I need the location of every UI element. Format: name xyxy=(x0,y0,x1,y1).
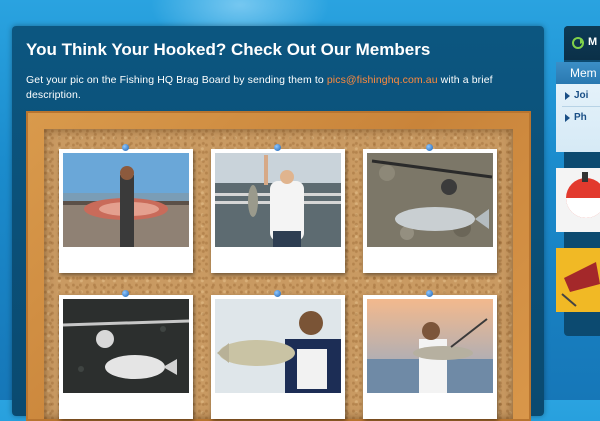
pushpin-icon xyxy=(122,144,129,151)
sidebar-link-photos[interactable]: Ph xyxy=(565,112,587,123)
photo-card-2[interactable] xyxy=(211,144,345,273)
sidebar-tab[interactable]: M xyxy=(564,26,600,60)
cork-board-frame xyxy=(26,111,531,421)
photo-card-1[interactable] xyxy=(59,144,193,273)
members-box-title: Mem xyxy=(570,66,597,80)
pushpin-icon xyxy=(122,290,129,297)
lure-ad-image[interactable] xyxy=(556,248,600,312)
brag-board-panel: You Think Your Hooked? Check Out Our Mem… xyxy=(12,26,544,421)
sidebar-link-label: Joi xyxy=(574,90,589,101)
members-box: Mem Joi Ph xyxy=(556,62,600,152)
chevron-right-icon xyxy=(565,114,570,122)
members-box-header: Mem xyxy=(556,62,600,84)
photo-5 xyxy=(215,299,341,393)
email-link[interactable]: pics@fishinghq.com.au xyxy=(327,74,438,86)
photo-6 xyxy=(367,299,493,393)
photo-4 xyxy=(63,299,189,393)
cork-board xyxy=(44,129,513,419)
photo-2 xyxy=(215,153,341,247)
pushpin-icon xyxy=(274,290,281,297)
photo-3 xyxy=(367,153,493,247)
sidebar-link-join[interactable]: Joi xyxy=(565,90,589,101)
photo-1 xyxy=(63,153,189,247)
divider xyxy=(562,106,600,107)
chevron-right-icon xyxy=(565,92,570,100)
photo-card-3[interactable] xyxy=(363,144,497,273)
intro-text-start: Get your pic on the Fishing HQ Brag Boar… xyxy=(26,74,327,86)
sidebar-link-label: Ph xyxy=(574,112,587,123)
intro-text: Get your pic on the Fishing HQ Brag Boar… xyxy=(26,73,531,103)
photo-card-6[interactable] xyxy=(363,290,497,419)
bobber-ad-image[interactable] xyxy=(556,168,600,232)
refresh-arrow-icon xyxy=(572,37,584,49)
photo-card-4[interactable] xyxy=(59,290,193,419)
sidebar-tab-label: M xyxy=(588,36,598,48)
photo-card-5[interactable] xyxy=(211,290,345,419)
pushpin-icon xyxy=(426,144,433,151)
pushpin-icon xyxy=(426,290,433,297)
page-title: You Think Your Hooked? Check Out Our Mem… xyxy=(26,40,431,59)
pushpin-icon xyxy=(274,144,281,151)
